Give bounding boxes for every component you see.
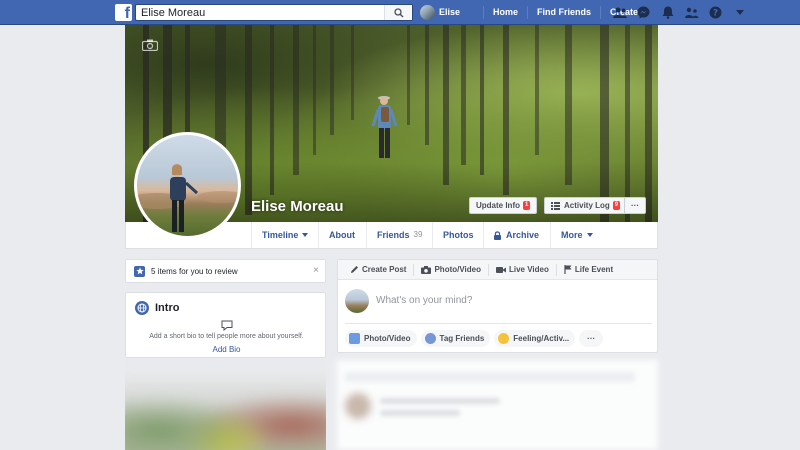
nav-home-link[interactable]: Home: [483, 6, 527, 19]
tag-friends-pill-label: Tag Friends: [439, 334, 485, 343]
tag-friends-pill[interactable]: Tag Friends: [420, 330, 491, 347]
composer-tabs: Create Post Photo/Video Live Video Life …: [338, 260, 657, 280]
pencil-icon: [351, 266, 358, 273]
more-dots-icon: ···: [587, 334, 596, 343]
add-bio-link[interactable]: Add Bio: [126, 345, 327, 354]
chevron-down-icon: [302, 233, 309, 237]
blurred-text-line: [345, 372, 635, 382]
star-icon: [134, 265, 145, 277]
tab-more-label: More: [561, 230, 583, 240]
activity-log-badge: 9: [612, 201, 621, 210]
create-post-tab[interactable]: Create Post: [343, 263, 415, 276]
live-video-tab[interactable]: Live Video: [489, 263, 557, 276]
friends-count: 39: [413, 230, 423, 239]
camera-icon: [421, 265, 432, 274]
blurred-text-line: [380, 410, 460, 416]
update-info-badge: 1: [523, 201, 531, 210]
composer-actions: Photo/Video Tag Friends Feeling/Activ...…: [345, 330, 607, 347]
intro-card: Intro Add a short bio to tell people mor…: [125, 292, 326, 358]
divider: [345, 323, 652, 324]
search-button[interactable]: [384, 5, 412, 20]
bio-prompt: Add a short bio to tell people more abou…: [149, 333, 304, 340]
camera-icon[interactable]: [142, 39, 158, 51]
intro-title: Intro: [155, 302, 180, 314]
blurred-photos-section: [125, 360, 326, 450]
blurred-avatar: [345, 393, 371, 419]
account-menu-icon[interactable]: [732, 5, 747, 20]
tab-friends-label: Friends: [377, 230, 410, 240]
tab-timeline-label: Timeline: [262, 230, 299, 240]
tab-archive-label: Archive: [506, 230, 540, 240]
list-icon: [551, 201, 560, 210]
speech-bubble-icon: [221, 320, 233, 331]
review-notice[interactable]: 5 items for you to review ×: [125, 259, 326, 283]
nav-user-name: Elise: [439, 7, 461, 17]
chevron-down-icon: [586, 233, 593, 237]
photo-icon: [349, 333, 360, 344]
activity-log-label: Activity Log: [564, 201, 610, 210]
help-icon[interactable]: ?: [708, 5, 723, 20]
lock-icon: [494, 230, 501, 240]
post-composer: Create Post Photo/Video Live Video Life …: [337, 259, 658, 353]
create-post-label: Create Post: [362, 265, 407, 274]
nav-find-friends-link[interactable]: Find Friends: [527, 6, 600, 19]
live-video-label: Live Video: [509, 265, 549, 274]
blurred-text-line: [380, 398, 500, 404]
friend-requests-icon[interactable]: [612, 5, 627, 20]
search-icon: [393, 7, 403, 17]
avatar: [345, 289, 369, 313]
profile-name[interactable]: Elise Moreau: [251, 198, 344, 215]
nav-icon-group: ?: [612, 5, 756, 20]
tab-archive[interactable]: Archive: [483, 222, 549, 248]
search-box[interactable]: [135, 4, 413, 21]
life-event-tab[interactable]: Life Event: [557, 264, 620, 276]
tab-photos[interactable]: Photos: [432, 222, 484, 248]
tab-about-label: About: [329, 230, 355, 240]
profile-picture[interactable]: [134, 132, 241, 239]
groups-icon[interactable]: [684, 5, 699, 20]
life-event-label: Life Event: [574, 265, 614, 274]
video-camera-icon: [496, 266, 506, 273]
flag-icon: [564, 265, 572, 274]
tab-photos-label: Photos: [443, 230, 474, 240]
nav-profile-link[interactable]: Elise: [420, 5, 469, 20]
intro-header: Intro: [135, 301, 179, 315]
composer-input[interactable]: What's on your mind?: [376, 295, 472, 306]
smiley-icon: [498, 333, 510, 344]
tab-friends[interactable]: Friends 39: [366, 222, 432, 248]
more-options-pill[interactable]: ···: [579, 330, 604, 347]
photo-video-label: Photo/Video: [434, 265, 481, 274]
top-navigation-bar: f Elise Home Find Friends Create ?: [0, 0, 800, 25]
cover-more-button[interactable]: ···: [624, 197, 646, 214]
search-input[interactable]: [136, 5, 381, 20]
more-dots-icon: ···: [631, 201, 639, 210]
tab-timeline[interactable]: Timeline: [251, 222, 318, 248]
globe-icon: [135, 301, 149, 315]
messenger-icon[interactable]: [636, 5, 651, 20]
tag-friends-icon: [424, 333, 436, 344]
profile-picture-image: [137, 135, 238, 236]
tab-more[interactable]: More: [550, 222, 603, 248]
photo-video-pill[interactable]: Photo/Video: [345, 330, 417, 347]
photo-video-tab[interactable]: Photo/Video: [414, 263, 489, 276]
review-text: 5 items for you to review: [151, 266, 238, 276]
update-info-button[interactable]: Update Info 1: [469, 197, 538, 214]
notifications-icon[interactable]: [660, 5, 675, 20]
feeling-activity-pill[interactable]: Feeling/Activ...: [494, 330, 576, 347]
feeling-activity-pill-label: Feeling/Activ...: [513, 334, 570, 343]
activity-log-button[interactable]: Activity Log 9: [544, 197, 628, 214]
tab-about[interactable]: About: [318, 222, 365, 248]
facebook-logo-icon[interactable]: f: [115, 4, 132, 21]
svg-text:?: ?: [713, 9, 718, 19]
avatar: [420, 5, 435, 20]
photo-video-pill-label: Photo/Video: [364, 334, 411, 343]
update-info-label: Update Info: [476, 201, 520, 210]
close-icon[interactable]: ×: [313, 265, 319, 276]
